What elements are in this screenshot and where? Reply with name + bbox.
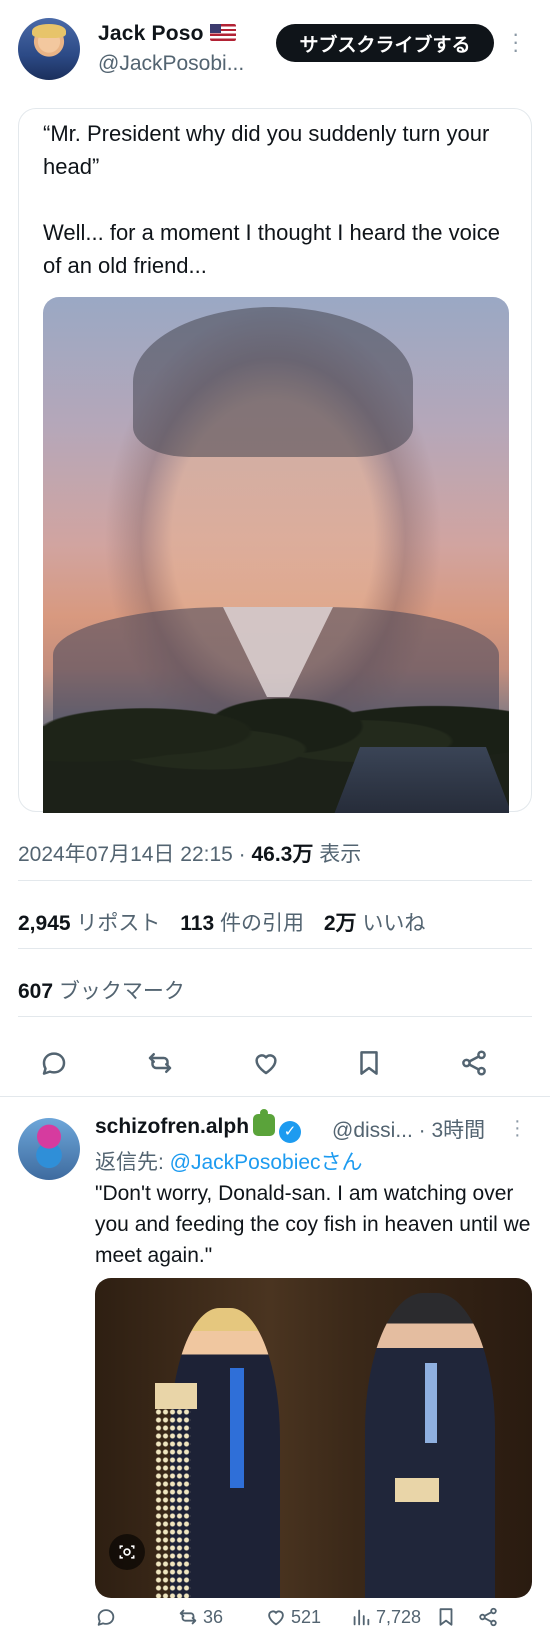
- views-icon: [353, 1609, 370, 1626]
- reply-author-avatar[interactable]: [18, 1118, 80, 1180]
- image-fish-feed: [155, 1408, 191, 1598]
- quotes-label: 件の引用: [214, 912, 304, 935]
- reply-tweet[interactable]: schizofren.alph ✓ @dissi... · 3時間 · · · 返信先…: [0, 1098, 550, 1636]
- views-label: 表示: [313, 843, 362, 866]
- reply-repost-button[interactable]: 36: [177, 1606, 223, 1628]
- image-tie-left: [230, 1368, 244, 1488]
- repost-icon[interactable]: [143, 1046, 177, 1080]
- reply-time[interactable]: · 3時間: [413, 1119, 486, 1142]
- author-display-name[interactable]: Jack Poso: [98, 22, 236, 46]
- share-icon[interactable]: [457, 1046, 491, 1080]
- image-box-right: [395, 1478, 439, 1502]
- author-name[interactable]: Jack Poso: [98, 22, 204, 45]
- reply-icon: [97, 1609, 115, 1626]
- verified-badge-icon: ✓: [279, 1121, 302, 1143]
- bookmarks-label: ブックマーク: [53, 980, 185, 1003]
- reply-icon[interactable]: [37, 1046, 71, 1080]
- likes-count: 2万: [323, 912, 357, 935]
- tweet-text: “Mr. President why did you suddenly turn…: [43, 117, 513, 282]
- tweet-header: Jack Poso @JackPosobi... サブスクライブする · · ·: [0, 0, 550, 100]
- quotes-stat[interactable]: 113 件の引用: [180, 912, 304, 935]
- reply-views-button[interactable]: 7,728: [350, 1606, 421, 1628]
- tweet-action-bar: [0, 1038, 550, 1088]
- image-person-right: [365, 1293, 495, 1598]
- reply-author-name[interactable]: schizofren.alph: [95, 1115, 249, 1138]
- reposts-label: リポスト: [70, 912, 161, 935]
- bookmarks-count: 607: [18, 980, 54, 1003]
- image-tie-right: [425, 1363, 437, 1443]
- reposts-count: 2,945: [18, 912, 71, 935]
- image-search-icon[interactable]: [109, 1534, 145, 1570]
- reply-author-handle[interactable]: @dissi...: [332, 1119, 413, 1142]
- reposts-stat[interactable]: 2,945 リポスト: [18, 912, 160, 935]
- like-icon: [268, 1610, 284, 1626]
- us-flag-icon: [209, 24, 236, 41]
- likes-label: いいね: [356, 912, 426, 935]
- likes-stat[interactable]: 2万 いいね: [324, 912, 426, 935]
- reply-bookmark-button[interactable]: [435, 1606, 457, 1628]
- reply-share-button[interactable]: [477, 1606, 499, 1628]
- reply-like-count: 521: [291, 1606, 322, 1627]
- puzzle-piece-icon: [253, 1109, 276, 1136]
- tweet-timestamp[interactable]: 2024年07月14日 22:15 ·: [18, 843, 251, 866]
- image-box-left: [155, 1383, 197, 1409]
- reply-to-prefix: 返信先:: [95, 1151, 170, 1174]
- views-count: 46.3万: [251, 843, 314, 866]
- share-icon: [479, 1607, 497, 1627]
- repost-icon: [179, 1609, 197, 1625]
- divider: [0, 1096, 550, 1097]
- subscribe-button[interactable]: サブスクライブする: [276, 24, 494, 62]
- like-icon[interactable]: [249, 1046, 283, 1080]
- reply-meta: @dissi... · 3時間: [332, 1114, 485, 1144]
- tweet-image[interactable]: [43, 297, 509, 813]
- reply-repost-count: 36: [203, 1606, 224, 1627]
- reply-to-line: 返信先: @JackPosobiecさん: [95, 1146, 363, 1176]
- reply-views-count: 7,728: [376, 1606, 422, 1627]
- author-avatar[interactable]: [18, 18, 80, 80]
- timestamp-row: 2024年07月14日 22:15 · 46.3万 表示: [18, 838, 361, 868]
- quotes-count: 113: [180, 912, 215, 935]
- engagement-stats: 2,945 リポスト 113 件の引用 2万 いいね: [18, 907, 439, 937]
- image-hair: [133, 307, 413, 457]
- bookmark-icon: [439, 1608, 453, 1626]
- reply-reply-button[interactable]: [95, 1606, 117, 1628]
- reply-author-display-name[interactable]: schizofren.alph ✓: [95, 1109, 302, 1143]
- divider: [18, 880, 532, 881]
- reply-like-button[interactable]: 521: [265, 1606, 321, 1628]
- tweet-text-line: Well... for a moment I thought I heard t…: [43, 220, 500, 278]
- reply-image[interactable]: [95, 1278, 532, 1598]
- tweet-text-line: “Mr. President why did you suddenly turn…: [43, 121, 490, 179]
- image-roof: [333, 747, 509, 813]
- reply-more-options-icon[interactable]: · · ·: [514, 1111, 521, 1145]
- author-handle[interactable]: @JackPosobi...: [98, 52, 244, 76]
- reply-text: "Don't worry, Donald-san. I am watching …: [95, 1182, 531, 1267]
- divider: [18, 948, 532, 949]
- reply-action-bar: 36 521 7,728: [95, 1606, 535, 1636]
- divider: [18, 1016, 532, 1017]
- reply-to-mention[interactable]: @JackPosobiecさん: [170, 1151, 363, 1174]
- bookmarks-stat[interactable]: 607 ブックマーク: [18, 975, 185, 1005]
- tweet-card: “Mr. President why did you suddenly turn…: [18, 108, 532, 813]
- more-options-icon[interactable]: · · ·: [512, 23, 519, 61]
- bookmark-icon[interactable]: [352, 1046, 386, 1080]
